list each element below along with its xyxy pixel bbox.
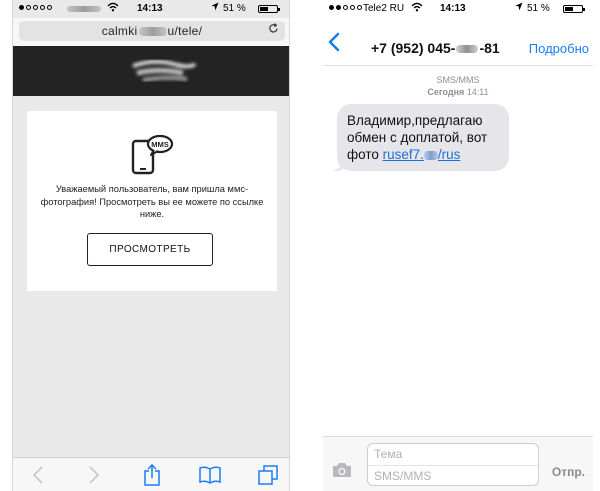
signal-strength-icon: [329, 5, 362, 10]
field-divider: [368, 465, 538, 466]
view-button[interactable]: ПРОСМОТРЕТЬ: [87, 233, 213, 266]
details-link[interactable]: Подробно: [529, 41, 589, 56]
battery-icon: [258, 5, 280, 13]
battery-percent: 51 %: [527, 3, 550, 14]
redacted-link-part: [423, 150, 438, 160]
camera-icon[interactable]: [331, 461, 353, 479]
location-arrow-icon: [515, 2, 523, 13]
location-arrow-icon: [211, 2, 219, 13]
subject-placeholder: Тема: [374, 447, 403, 461]
battery-percent: 51 %: [223, 3, 246, 14]
message-link[interactable]: rusef7./rus: [383, 147, 461, 162]
incoming-message-bubble[interactable]: Владимир,предлагаю обмен с доплатой, вот…: [337, 104, 509, 171]
tabs-icon[interactable]: [257, 464, 279, 486]
status-time: 14:13: [137, 3, 163, 14]
messages-phone: Tele2 RU 14:13 51 % +7 (952) 045- -81 Под…: [323, 0, 593, 491]
address-bar: calmki u/tele/: [13, 18, 289, 46]
wifi-icon: [107, 2, 119, 15]
bookmarks-icon[interactable]: [199, 464, 221, 486]
contact-number[interactable]: +7 (952) 045- -81: [371, 40, 500, 56]
message-time: 14:11: [466, 87, 489, 97]
share-icon[interactable]: [141, 464, 163, 486]
message-day: Сегодня: [427, 87, 465, 97]
reload-icon[interactable]: [268, 23, 279, 37]
conversation-nav-bar: +7 (952) 045- -81 Подробно: [323, 20, 593, 66]
carrier-name: Tele2 RU: [363, 3, 405, 14]
redacted-domain: [138, 27, 167, 37]
compose-bar: Тема SMS/MMS Отпр.: [323, 436, 593, 491]
forward-icon[interactable]: [83, 464, 105, 486]
svg-text:MMS: MMS: [151, 140, 169, 149]
message-type: SMS/MMS: [436, 75, 480, 85]
wifi-icon: [411, 2, 423, 15]
back-icon[interactable]: [27, 464, 49, 486]
safari-phone: 14:13 51 % calmki u/tele/ MMS Уважаемый …: [12, 0, 290, 491]
redacted-carrier: [67, 6, 101, 12]
status-bar: 14:13 51 %: [13, 0, 289, 18]
browser-toolbar: [13, 457, 289, 491]
send-button[interactable]: Отпр.: [552, 465, 585, 479]
body-placeholder: SMS/MMS: [374, 469, 432, 483]
back-chevron-icon[interactable]: [327, 32, 343, 52]
message-input[interactable]: Тема SMS/MMS: [367, 443, 539, 486]
url-text: calmki u/tele/: [101, 24, 203, 38]
message-meta: SMS/MMS Сегодня 14:11: [323, 74, 593, 98]
site-header: [13, 46, 289, 96]
battery-icon: [563, 5, 585, 13]
redacted-digits: [456, 45, 479, 54]
notice-text: Уважаемый пользователь, вам пришла ммс-ф…: [40, 184, 264, 219]
status-bar: Tele2 RU 14:13 51 %: [323, 0, 593, 20]
mms-phone-icon: MMS: [131, 134, 174, 175]
status-time: 14:13: [440, 3, 466, 14]
url-field[interactable]: calmki u/tele/: [19, 21, 285, 41]
mms-notice-card: MMS Уважаемый пользователь, вам пришла м…: [27, 111, 277, 291]
site-logo: [132, 59, 197, 82]
signal-strength-icon: [19, 5, 52, 10]
